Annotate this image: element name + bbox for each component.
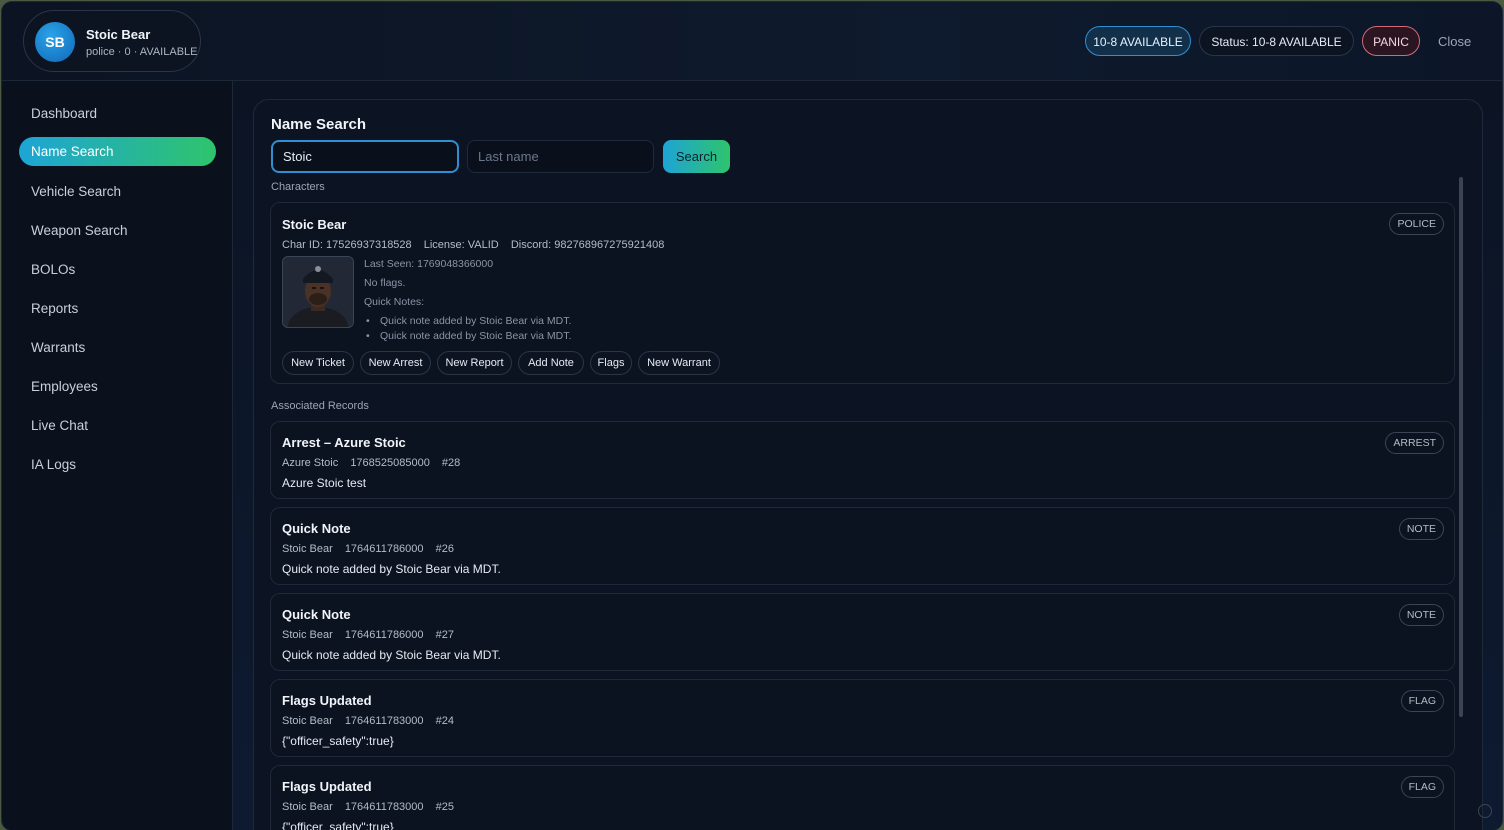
scrollbar[interactable] xyxy=(1459,177,1463,717)
record-author: Stoic Bear xyxy=(282,629,333,641)
sidebar-item-dashboard[interactable]: Dashboard xyxy=(19,99,216,128)
record-card[interactable]: Arrest – Azure Stoic ARREST Azure Stoic … xyxy=(270,421,1455,499)
record-number: #26 xyxy=(435,543,454,555)
mugshot-image xyxy=(283,257,353,327)
sidebar-item-reports[interactable]: Reports xyxy=(19,294,216,323)
record-card[interactable]: Quick Note NOTE Stoic Bear 1764611786000… xyxy=(270,593,1455,671)
characters-label: Characters xyxy=(271,181,325,193)
sidebar-item-live-chat[interactable]: Live Chat xyxy=(19,411,216,440)
name-search-panel: Name Search Search Characters Stoic Bear… xyxy=(253,99,1483,830)
record-body: Quick note added by Stoic Bear via MDT. xyxy=(282,562,501,576)
record-card[interactable]: Flags Updated FLAG Stoic Bear 1764611783… xyxy=(270,679,1455,757)
status-badge: Status: 10-8 AVAILABLE xyxy=(1199,26,1354,56)
record-meta: Stoic Bear 1764611783000 #24 xyxy=(282,715,454,727)
new-ticket-button[interactable]: New Ticket xyxy=(282,351,354,375)
panic-button[interactable]: PANIC xyxy=(1362,26,1420,56)
character-name: Stoic Bear xyxy=(282,217,347,232)
record-body: {"officer_safety":true} xyxy=(282,820,394,830)
record-card[interactable]: Quick Note NOTE Stoic Bear 1764611786000… xyxy=(270,507,1455,585)
quick-note-item: Quick note added by Stoic Bear via MDT. xyxy=(366,315,571,327)
record-title: Flags Updated xyxy=(282,779,372,794)
record-type-tag: FLAG xyxy=(1400,690,1444,712)
record-timestamp: 1768525085000 xyxy=(350,457,430,469)
character-meta: Char ID: 17526937318528 License: VALID D… xyxy=(282,239,664,251)
record-type-tag: NOTE xyxy=(1398,604,1444,626)
first-name-input[interactable] xyxy=(271,140,459,173)
record-timestamp: 1764611783000 xyxy=(344,801,424,813)
avatar: SB xyxy=(35,22,75,62)
record-timestamp: 1764611786000 xyxy=(344,543,424,555)
record-title: Flags Updated xyxy=(282,693,372,708)
license-status: License: VALID xyxy=(423,239,499,251)
sidebar-item-employees[interactable]: Employees xyxy=(19,372,216,401)
record-type-tag: NOTE xyxy=(1398,518,1444,540)
record-meta: Azure Stoic 1768525085000 #28 xyxy=(282,457,460,469)
add-note-button[interactable]: Add Note xyxy=(518,351,584,375)
record-timestamp: 1764611786000 xyxy=(344,629,424,641)
record-type-tag: ARREST xyxy=(1385,432,1444,454)
record-card[interactable]: Flags Updated FLAG Stoic Bear 1764611783… xyxy=(270,765,1455,830)
close-button[interactable]: Close xyxy=(1438,34,1471,49)
record-meta: Stoic Bear 1764611786000 #26 xyxy=(282,543,454,555)
last-seen: Last Seen: 1769048366000 xyxy=(364,258,494,270)
record-type-tag: FLAG xyxy=(1400,776,1444,798)
sidebar-item-weapon-search[interactable]: Weapon Search xyxy=(19,216,216,245)
associated-records-label: Associated Records xyxy=(271,400,369,412)
record-title: Arrest – Azure Stoic xyxy=(282,435,406,450)
sidebar-item-name-search[interactable]: Name Search xyxy=(19,137,216,166)
record-author: Stoic Bear xyxy=(282,801,333,813)
new-warrant-button[interactable]: New Warrant xyxy=(638,351,720,375)
user-status-line: police · 0 · AVAILABLE xyxy=(86,46,198,58)
record-number: #28 xyxy=(441,457,461,469)
user-profile-chip[interactable]: SB Stoic Bear police · 0 · AVAILABLE xyxy=(23,10,201,72)
record-number: #24 xyxy=(435,715,454,727)
quick-notes-label: Quick Notes: xyxy=(364,296,425,308)
discord-id: Discord: 982768967275921408 xyxy=(510,239,665,251)
record-body: Azure Stoic test xyxy=(282,476,367,490)
sidebar-item-warrants[interactable]: Warrants xyxy=(19,333,216,362)
user-name: Stoic Bear xyxy=(86,27,151,42)
new-report-button[interactable]: New Report xyxy=(437,351,512,375)
sidebar-item-ia-logs[interactable]: IA Logs xyxy=(19,450,216,479)
character-card[interactable]: Stoic Bear POLICE Char ID: 1752693731852… xyxy=(270,202,1455,384)
page-title: Name Search xyxy=(271,116,367,133)
availability-button[interactable]: 10-8 AVAILABLE xyxy=(1085,26,1191,56)
record-title: Quick Note xyxy=(282,607,351,622)
department-tag: POLICE xyxy=(1389,213,1444,235)
char-id: Char ID: 17526937318528 xyxy=(282,239,412,251)
flags-text: No flags. xyxy=(364,277,406,289)
flags-button[interactable]: Flags xyxy=(590,351,632,375)
sidebar-item-vehicle-search[interactable]: Vehicle Search xyxy=(19,177,216,206)
search-button[interactable]: Search xyxy=(663,140,730,173)
record-meta: Stoic Bear 1764611786000 #27 xyxy=(282,629,454,641)
last-name-input[interactable] xyxy=(467,140,654,173)
record-number: #27 xyxy=(435,629,454,641)
record-meta: Stoic Bear 1764611783000 #25 xyxy=(282,801,454,813)
sidebar: Dashboard Name Search Vehicle Search Wea… xyxy=(2,81,233,830)
quick-note-item: Quick note added by Stoic Bear via MDT. xyxy=(366,330,571,342)
record-number: #25 xyxy=(435,801,454,813)
top-header: SB Stoic Bear police · 0 · AVAILABLE 10-… xyxy=(2,2,1502,81)
record-title: Quick Note xyxy=(282,521,351,536)
record-body: {"officer_safety":true} xyxy=(282,734,394,748)
new-arrest-button[interactable]: New Arrest xyxy=(360,351,431,375)
mdt-window: SB Stoic Bear police · 0 · AVAILABLE 10-… xyxy=(2,2,1502,830)
character-photo xyxy=(282,256,354,328)
resize-handle-icon[interactable] xyxy=(1478,804,1492,818)
record-timestamp: 1764611783000 xyxy=(344,715,424,727)
record-author: Stoic Bear xyxy=(282,543,333,555)
sidebar-item-bolos[interactable]: BOLOs xyxy=(19,255,216,284)
record-author: Azure Stoic xyxy=(282,457,339,469)
main-content: Name Search Search Characters Stoic Bear… xyxy=(233,81,1502,830)
record-body: Quick note added by Stoic Bear via MDT. xyxy=(282,648,501,662)
record-author: Stoic Bear xyxy=(282,715,333,727)
